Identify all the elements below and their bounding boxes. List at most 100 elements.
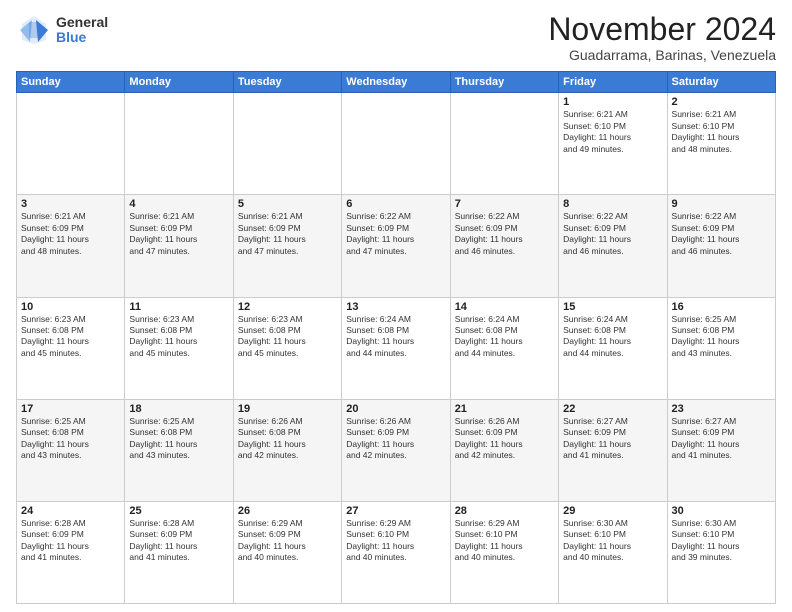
calendar-cell: 30Sunrise: 6:30 AM Sunset: 6:10 PM Dayli… [667,501,775,603]
calendar-cell: 16Sunrise: 6:25 AM Sunset: 6:08 PM Dayli… [667,297,775,399]
day-number: 11 [129,301,228,313]
calendar-cell: 29Sunrise: 6:30 AM Sunset: 6:10 PM Dayli… [559,501,667,603]
day-number: 28 [455,505,554,517]
day-info: Sunrise: 6:25 AM Sunset: 6:08 PM Dayligh… [21,416,120,462]
calendar-cell: 23Sunrise: 6:27 AM Sunset: 6:09 PM Dayli… [667,399,775,501]
day-header-wednesday: Wednesday [342,72,450,93]
calendar-cell: 9Sunrise: 6:22 AM Sunset: 6:09 PM Daylig… [667,195,775,297]
calendar-body: 1Sunrise: 6:21 AM Sunset: 6:10 PM Daylig… [17,93,776,604]
day-info: Sunrise: 6:27 AM Sunset: 6:09 PM Dayligh… [563,416,662,462]
day-info: Sunrise: 6:24 AM Sunset: 6:08 PM Dayligh… [455,314,554,360]
logo-text: General Blue [56,15,108,46]
day-number: 6 [346,198,445,210]
calendar-cell: 10Sunrise: 6:23 AM Sunset: 6:08 PM Dayli… [17,297,125,399]
calendar-cell: 1Sunrise: 6:21 AM Sunset: 6:10 PM Daylig… [559,93,667,195]
calendar-cell: 3Sunrise: 6:21 AM Sunset: 6:09 PM Daylig… [17,195,125,297]
day-number: 4 [129,198,228,210]
day-number: 29 [563,505,662,517]
day-info: Sunrise: 6:21 AM Sunset: 6:09 PM Dayligh… [21,211,120,257]
day-info: Sunrise: 6:24 AM Sunset: 6:08 PM Dayligh… [563,314,662,360]
page: General Blue November 2024 Guadarrama, B… [0,0,792,612]
day-info: Sunrise: 6:22 AM Sunset: 6:09 PM Dayligh… [672,211,771,257]
day-number: 15 [563,301,662,313]
day-info: Sunrise: 6:22 AM Sunset: 6:09 PM Dayligh… [346,211,445,257]
day-number: 24 [21,505,120,517]
calendar-cell [233,93,341,195]
day-number: 27 [346,505,445,517]
day-header-tuesday: Tuesday [233,72,341,93]
day-number: 21 [455,403,554,415]
day-info: Sunrise: 6:21 AM Sunset: 6:10 PM Dayligh… [672,109,771,155]
logo: General Blue [16,12,108,48]
logo-general-text: General [56,15,108,30]
week-row-4: 24Sunrise: 6:28 AM Sunset: 6:09 PM Dayli… [17,501,776,603]
day-info: Sunrise: 6:25 AM Sunset: 6:08 PM Dayligh… [129,416,228,462]
day-number: 3 [21,198,120,210]
day-info: Sunrise: 6:21 AM Sunset: 6:09 PM Dayligh… [129,211,228,257]
day-header-monday: Monday [125,72,233,93]
calendar-cell: 28Sunrise: 6:29 AM Sunset: 6:10 PM Dayli… [450,501,558,603]
week-row-1: 3Sunrise: 6:21 AM Sunset: 6:09 PM Daylig… [17,195,776,297]
header-row: SundayMondayTuesdayWednesdayThursdayFrid… [17,72,776,93]
day-info: Sunrise: 6:23 AM Sunset: 6:08 PM Dayligh… [21,314,120,360]
month-title: November 2024 [548,12,776,47]
day-info: Sunrise: 6:28 AM Sunset: 6:09 PM Dayligh… [129,518,228,564]
title-area: November 2024 Guadarrama, Barinas, Venez… [548,12,776,63]
day-info: Sunrise: 6:23 AM Sunset: 6:08 PM Dayligh… [129,314,228,360]
day-number: 30 [672,505,771,517]
day-header-sunday: Sunday [17,72,125,93]
calendar-cell: 18Sunrise: 6:25 AM Sunset: 6:08 PM Dayli… [125,399,233,501]
day-number: 14 [455,301,554,313]
day-number: 5 [238,198,337,210]
calendar-cell: 4Sunrise: 6:21 AM Sunset: 6:09 PM Daylig… [125,195,233,297]
day-info: Sunrise: 6:25 AM Sunset: 6:08 PM Dayligh… [672,314,771,360]
logo-blue-text: Blue [56,30,108,45]
location: Guadarrama, Barinas, Venezuela [548,47,776,63]
calendar-cell: 6Sunrise: 6:22 AM Sunset: 6:09 PM Daylig… [342,195,450,297]
day-number: 9 [672,198,771,210]
day-info: Sunrise: 6:26 AM Sunset: 6:09 PM Dayligh… [346,416,445,462]
day-number: 23 [672,403,771,415]
logo-icon [16,12,52,48]
day-info: Sunrise: 6:30 AM Sunset: 6:10 PM Dayligh… [672,518,771,564]
day-header-thursday: Thursday [450,72,558,93]
calendar-cell: 27Sunrise: 6:29 AM Sunset: 6:10 PM Dayli… [342,501,450,603]
day-info: Sunrise: 6:21 AM Sunset: 6:09 PM Dayligh… [238,211,337,257]
day-info: Sunrise: 6:27 AM Sunset: 6:09 PM Dayligh… [672,416,771,462]
day-info: Sunrise: 6:22 AM Sunset: 6:09 PM Dayligh… [455,211,554,257]
calendar-cell: 24Sunrise: 6:28 AM Sunset: 6:09 PM Dayli… [17,501,125,603]
calendar-header: SundayMondayTuesdayWednesdayThursdayFrid… [17,72,776,93]
day-info: Sunrise: 6:23 AM Sunset: 6:08 PM Dayligh… [238,314,337,360]
calendar-cell: 20Sunrise: 6:26 AM Sunset: 6:09 PM Dayli… [342,399,450,501]
calendar-cell [342,93,450,195]
calendar-cell: 22Sunrise: 6:27 AM Sunset: 6:09 PM Dayli… [559,399,667,501]
day-info: Sunrise: 6:26 AM Sunset: 6:09 PM Dayligh… [455,416,554,462]
week-row-0: 1Sunrise: 6:21 AM Sunset: 6:10 PM Daylig… [17,93,776,195]
calendar-cell: 19Sunrise: 6:26 AM Sunset: 6:08 PM Dayli… [233,399,341,501]
calendar-cell: 15Sunrise: 6:24 AM Sunset: 6:08 PM Dayli… [559,297,667,399]
calendar-cell [125,93,233,195]
header: General Blue November 2024 Guadarrama, B… [16,12,776,63]
day-number: 20 [346,403,445,415]
day-number: 18 [129,403,228,415]
day-info: Sunrise: 6:24 AM Sunset: 6:08 PM Dayligh… [346,314,445,360]
calendar-cell: 21Sunrise: 6:26 AM Sunset: 6:09 PM Dayli… [450,399,558,501]
calendar-cell: 5Sunrise: 6:21 AM Sunset: 6:09 PM Daylig… [233,195,341,297]
calendar-cell: 11Sunrise: 6:23 AM Sunset: 6:08 PM Dayli… [125,297,233,399]
day-info: Sunrise: 6:29 AM Sunset: 6:09 PM Dayligh… [238,518,337,564]
calendar-cell: 12Sunrise: 6:23 AM Sunset: 6:08 PM Dayli… [233,297,341,399]
day-number: 8 [563,198,662,210]
week-row-2: 10Sunrise: 6:23 AM Sunset: 6:08 PM Dayli… [17,297,776,399]
day-info: Sunrise: 6:29 AM Sunset: 6:10 PM Dayligh… [455,518,554,564]
day-header-friday: Friday [559,72,667,93]
day-number: 7 [455,198,554,210]
day-number: 22 [563,403,662,415]
day-number: 19 [238,403,337,415]
day-number: 2 [672,96,771,108]
day-number: 16 [672,301,771,313]
day-info: Sunrise: 6:26 AM Sunset: 6:08 PM Dayligh… [238,416,337,462]
calendar-cell: 14Sunrise: 6:24 AM Sunset: 6:08 PM Dayli… [450,297,558,399]
calendar-cell: 7Sunrise: 6:22 AM Sunset: 6:09 PM Daylig… [450,195,558,297]
day-header-saturday: Saturday [667,72,775,93]
day-info: Sunrise: 6:28 AM Sunset: 6:09 PM Dayligh… [21,518,120,564]
